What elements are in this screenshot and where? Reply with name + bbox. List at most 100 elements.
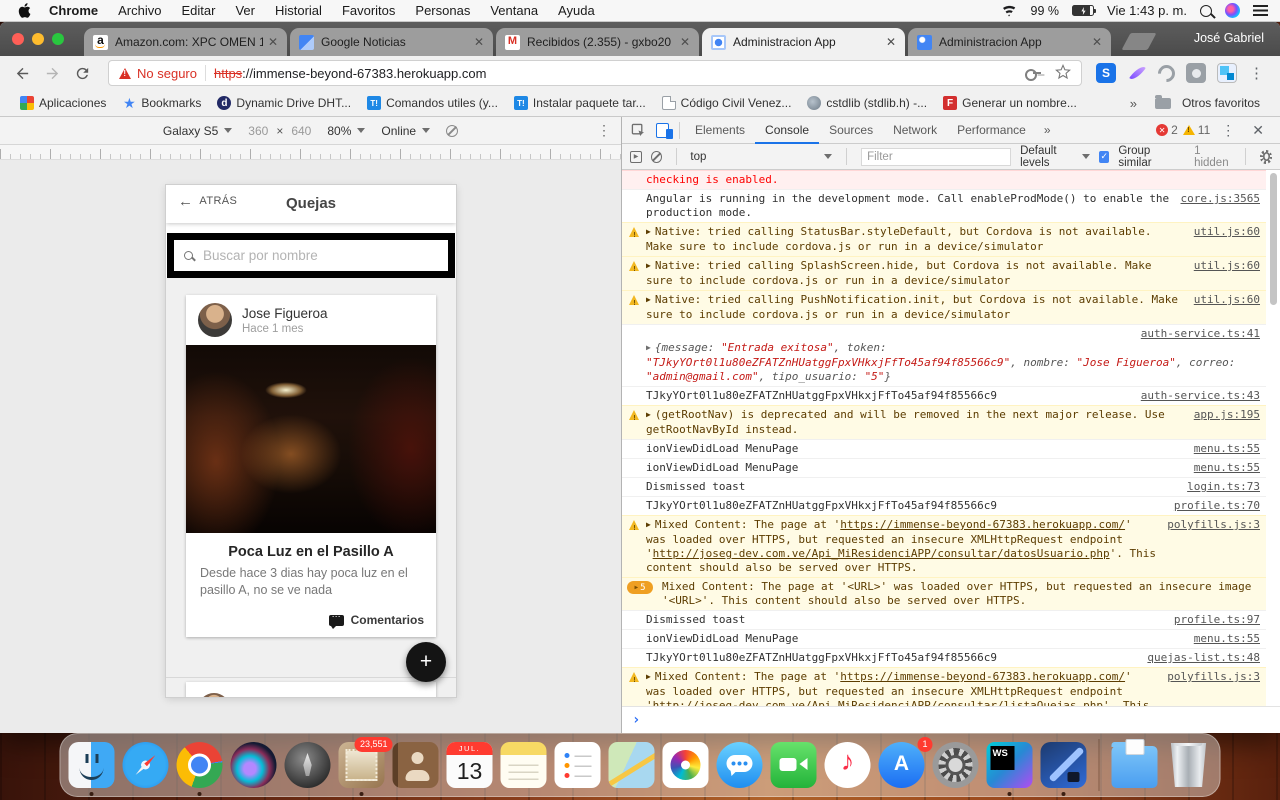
console-source-link[interactable]: login.ts:73: [1187, 480, 1260, 494]
console-source-link[interactable]: util.js:60: [1194, 293, 1260, 307]
menu-item-personas[interactable]: Personas: [405, 3, 480, 18]
dock-icon-calendar[interactable]: JUL.13: [447, 742, 493, 788]
apple-icon[interactable]: [18, 3, 31, 18]
window-close-button[interactable]: [12, 33, 24, 45]
search-box[interactable]: [167, 233, 455, 278]
dock-icon-launchpad[interactable]: [285, 742, 331, 788]
dock-icon-facetime[interactable]: [771, 742, 817, 788]
device-select[interactable]: Galaxy S5: [163, 124, 232, 138]
bookmark-item[interactable]: Aplicaciones: [12, 96, 114, 110]
expand-icon[interactable]: ▶: [646, 225, 651, 239]
console-settings-gear-icon[interactable]: [1260, 150, 1272, 164]
other-bookmarks-folder[interactable]: Otros favoritos: [1147, 96, 1268, 110]
console-source-link[interactable]: core.js:3565: [1181, 192, 1260, 206]
browser-tab[interactable]: Recibidos (2.355) - gxbo20✕: [496, 28, 699, 56]
clear-console-icon[interactable]: [651, 151, 661, 163]
console-source-link[interactable]: menu.ts:55: [1194, 442, 1260, 456]
dock-icon-siri[interactable]: [231, 742, 277, 788]
console-source-link[interactable]: util.js:60: [1194, 259, 1260, 273]
back-button[interactable]: [10, 61, 34, 85]
console-url-link[interactable]: https://immense-beyond-67383.herokuapp.c…: [840, 670, 1125, 683]
devtools-tab-network[interactable]: Network: [883, 117, 947, 144]
bookmark-item[interactable]: T!Instalar paquete tar...: [506, 96, 654, 110]
extension-camera-icon[interactable]: [1186, 63, 1206, 83]
console-sidebar-icon[interactable]: ▶: [630, 151, 642, 163]
menu-item-ayuda[interactable]: Ayuda: [548, 3, 605, 18]
console-url-link[interactable]: https://immense-beyond-67383.herokuapp.c…: [840, 518, 1125, 531]
battery-icon[interactable]: [1072, 5, 1094, 16]
bookmark-item[interactable]: ★Bookmarks: [114, 96, 209, 110]
viewport-width[interactable]: 360: [248, 124, 268, 138]
bookmarks-overflow-icon[interactable]: »: [1120, 96, 1147, 111]
address-bar[interactable]: No seguro https ://immense-beyond-67383.…: [108, 60, 1082, 86]
console-url-link[interactable]: http://joseg-dev.com.ve/Api_MiResidenciA…: [653, 547, 1110, 560]
forward-button[interactable]: [40, 61, 64, 85]
menu-item-archivo[interactable]: Archivo: [108, 3, 171, 18]
reload-button[interactable]: [70, 61, 94, 85]
dock-icon-contacts[interactable]: [393, 742, 439, 788]
search-input[interactable]: [203, 248, 438, 263]
bookmark-item[interactable]: cstdlib (stdlib.h) -...: [799, 96, 935, 110]
console-prompt[interactable]: ›: [622, 706, 1280, 733]
dock-icon-xcode[interactable]: [1041, 742, 1087, 788]
bookmark-item[interactable]: T!Comandos utiles (y...: [359, 96, 506, 110]
dock-icon-finder[interactable]: [69, 742, 115, 788]
siri-icon[interactable]: [1225, 3, 1240, 18]
dock-icon-downloads[interactable]: [1112, 742, 1158, 788]
device-toolbar-toggle-icon[interactable]: [650, 119, 674, 141]
warning-count-badge[interactable]: 11: [1183, 123, 1210, 137]
error-count-badge[interactable]: ✕ 2: [1156, 123, 1178, 137]
bookmark-star-icon[interactable]: [1055, 64, 1071, 83]
console-source-link[interactable]: profile.ts:97: [1174, 613, 1260, 627]
console-scrollbar[interactable]: [1270, 173, 1277, 305]
execution-context-select[interactable]: top: [690, 151, 832, 163]
repeat-count-badge[interactable]: ▶5: [627, 581, 653, 594]
console-source-link[interactable]: auth-service.ts:43: [1141, 389, 1260, 403]
password-key-icon[interactable]: [1025, 69, 1041, 77]
dock-icon-mail[interactable]: 23,551: [339, 742, 385, 788]
extension-feather-icon[interactable]: [1127, 63, 1147, 83]
console-source-link[interactable]: profile.ts:70: [1174, 499, 1260, 513]
window-zoom-button[interactable]: [52, 33, 64, 45]
extension-arc-icon[interactable]: [1154, 61, 1178, 85]
menu-item-ver[interactable]: Ver: [225, 3, 265, 18]
menu-item-historial[interactable]: Historial: [265, 3, 332, 18]
tab-close-icon[interactable]: ✕: [1092, 35, 1102, 49]
console-source-link[interactable]: auth-service.ts:41: [646, 327, 1260, 341]
console-source-link[interactable]: quejas-list.ts:48: [1147, 651, 1260, 665]
new-tab-button[interactable]: [1121, 33, 1156, 50]
console-source-link[interactable]: util.js:60: [1194, 225, 1260, 239]
not-secure-warning-icon[interactable]: [119, 68, 131, 79]
window-minimize-button[interactable]: [32, 33, 44, 45]
inspect-element-icon[interactable]: [626, 119, 650, 141]
complaint-card[interactable]: Jose Figueroa Hace 1 mes Poca Luz en el …: [186, 295, 436, 637]
expand-icon[interactable]: ▶: [646, 670, 651, 684]
devtools-tab-console[interactable]: Console: [755, 117, 819, 144]
chrome-menu-icon[interactable]: ⋮: [1243, 64, 1270, 82]
devtools-menu-icon[interactable]: ⋮: [1215, 122, 1241, 139]
extension-s-icon[interactable]: S: [1096, 63, 1116, 83]
dock-icon-app-store[interactable]: 1: [879, 742, 925, 788]
more-panels-icon[interactable]: »: [1036, 123, 1059, 137]
devtools-tab-elements[interactable]: Elements: [685, 117, 755, 144]
not-secure-label[interactable]: No seguro: [137, 66, 197, 81]
expand-icon[interactable]: ▶: [646, 293, 651, 307]
notification-center-icon[interactable]: [1253, 5, 1268, 16]
expand-icon[interactable]: ▶: [646, 518, 651, 532]
devtools-tab-performance[interactable]: Performance: [947, 117, 1036, 144]
bookmark-item[interactable]: FGenerar un nombre...: [935, 96, 1085, 110]
dock-icon-reminders[interactable]: [555, 742, 601, 788]
dock-icon-maps[interactable]: [609, 742, 655, 788]
console-url-link[interactable]: http://joseg-dev.com.ve/Api_MiResidenciA…: [653, 699, 1103, 706]
console-filter-input[interactable]: [861, 148, 1011, 166]
console-source-link[interactable]: polyfills.js:3: [1167, 518, 1260, 532]
extension-window-icon[interactable]: [1217, 63, 1237, 83]
dock-icon-music[interactable]: [825, 742, 871, 788]
bookmark-item[interactable]: Código Civil Venez...: [654, 96, 800, 110]
tab-close-icon[interactable]: ✕: [680, 35, 690, 49]
dock-icon-chrome[interactable]: [177, 742, 223, 788]
browser-tab[interactable]: Administracion App✕: [908, 28, 1111, 56]
network-throttle-select[interactable]: Online: [381, 124, 430, 138]
dock-icon-notes[interactable]: [501, 742, 547, 788]
expand-icon[interactable]: ▶: [646, 408, 651, 422]
